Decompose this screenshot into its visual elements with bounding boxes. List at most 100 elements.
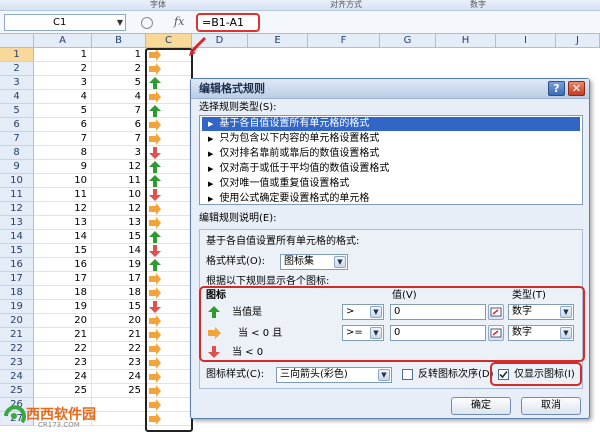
row-header[interactable]: 19 — [0, 300, 34, 314]
row-header[interactable]: 17 — [0, 272, 34, 286]
row-header[interactable]: 11 — [0, 188, 34, 202]
rule-type-item[interactable]: ▶ 仅对排名靠前或靠后的数值设置格式 — [202, 147, 580, 161]
reverse-order-checkbox[interactable] — [402, 369, 413, 380]
cell-b[interactable]: 2 — [92, 62, 146, 76]
name-box[interactable]: C1 ▼ — [4, 14, 126, 31]
help-button[interactable]: ? — [548, 81, 565, 96]
column-header-a[interactable]: A — [34, 34, 92, 48]
cancel-button[interactable]: 取消 — [521, 397, 581, 415]
chevron-down-icon[interactable]: ▼ — [560, 306, 572, 318]
cell-a[interactable]: 8 — [34, 146, 92, 160]
show-icon-only-checkbox[interactable] — [498, 369, 509, 380]
cell-b[interactable]: 13 — [92, 216, 146, 230]
cell-b[interactable]: 7 — [92, 104, 146, 118]
cell-b[interactable]: 14 — [92, 244, 146, 258]
rule-1-operator-select[interactable]: > ▼ — [342, 304, 384, 320]
chevron-down-icon[interactable]: ▼ — [378, 369, 390, 381]
row-header[interactable]: 9 — [0, 160, 34, 174]
rule-type-list[interactable]: ▶ 基于各自值设置所有单元格的格式 ▶ 只为包含以下内容的单元格设置格式 ▶ 仅对排名… — [199, 115, 583, 205]
cell-a[interactable]: 6 — [34, 118, 92, 132]
cell-b[interactable]: 5 — [92, 76, 146, 90]
cell-b[interactable]: 6 — [92, 118, 146, 132]
chevron-down-icon[interactable]: ▼ — [370, 327, 382, 339]
row-header[interactable]: 20 — [0, 314, 34, 328]
rule-1-type-select[interactable]: 数字 ▼ — [508, 304, 574, 320]
cell-b[interactable]: 1 — [92, 48, 146, 62]
rule-2-operator-select[interactable]: >= ▼ — [342, 325, 384, 341]
chevron-down-icon[interactable]: ▼ — [560, 327, 572, 339]
row-header[interactable]: 2 — [0, 62, 34, 76]
cell-a[interactable]: 24 — [34, 370, 92, 384]
column-header-b[interactable]: B — [92, 34, 146, 48]
row-header[interactable]: 15 — [0, 244, 34, 258]
cell-a[interactable]: 3 — [34, 76, 92, 90]
row-header[interactable]: 4 — [0, 90, 34, 104]
cell-a[interactable]: 5 — [34, 104, 92, 118]
rule-2-type-select[interactable]: 数字 ▼ — [508, 325, 574, 341]
row-header[interactable]: 16 — [0, 258, 34, 272]
cell-a[interactable]: 22 — [34, 342, 92, 356]
ok-button[interactable]: 确定 — [451, 397, 511, 415]
rule-type-item[interactable]: ▶ 基于各自值设置所有单元格的格式 — [202, 117, 580, 131]
column-header-j[interactable]: J — [556, 34, 600, 48]
format-style-select[interactable]: 图标集 ▼ — [280, 254, 348, 270]
cell-b[interactable]: 25 — [92, 384, 146, 398]
ribbon-tab-alignment[interactable]: 对齐方式 — [330, 0, 362, 11]
cell-b[interactable]: 23 — [92, 356, 146, 370]
column-header-h[interactable]: H — [436, 34, 496, 48]
cell-a[interactable]: 7 — [34, 132, 92, 146]
cell-b[interactable]: 20 — [92, 314, 146, 328]
cell-a[interactable]: 13 — [34, 216, 92, 230]
cell-a[interactable]: 19 — [34, 300, 92, 314]
row-header[interactable]: 10 — [0, 174, 34, 188]
cell-b[interactable]: 22 — [92, 342, 146, 356]
column-header-i[interactable]: I — [496, 34, 556, 48]
cell-b[interactable]: 7 — [92, 132, 146, 146]
formula-input[interactable]: =B1-A1 — [196, 13, 260, 32]
rule-type-item[interactable]: ▶ 仅对唯一值或重复值设置格式 — [202, 177, 580, 191]
select-all-corner[interactable] — [0, 34, 34, 48]
row-header[interactable]: 7 — [0, 132, 34, 146]
row-header[interactable]: 5 — [0, 104, 34, 118]
chevron-down-icon[interactable]: ▼ — [334, 256, 346, 268]
rule-type-item[interactable]: ▶ 仅对高于或低于平均值的数值设置格式 — [202, 162, 580, 176]
chevron-down-icon[interactable]: ▼ — [370, 306, 382, 318]
row-header[interactable]: 12 — [0, 202, 34, 216]
close-button[interactable]: ✕ — [568, 81, 585, 96]
row-header[interactable]: 18 — [0, 286, 34, 300]
row-header[interactable]: 1 — [0, 48, 34, 62]
cell-b[interactable]: 12 — [92, 202, 146, 216]
range-picker-button[interactable] — [488, 304, 504, 320]
cell-a[interactable]: 4 — [34, 90, 92, 104]
cell-b[interactable]: 3 — [92, 146, 146, 160]
cell-b[interactable]: 24 — [92, 370, 146, 384]
cell-b[interactable]: 15 — [92, 300, 146, 314]
cell-a[interactable]: 20 — [34, 314, 92, 328]
cell-b[interactable]: 19 — [92, 258, 146, 272]
cell-b[interactable]: 12 — [92, 160, 146, 174]
cell-a[interactable]: 17 — [34, 272, 92, 286]
fx-icon[interactable]: fx — [174, 15, 184, 28]
column-header-e[interactable]: E — [248, 34, 308, 48]
row-header[interactable]: 3 — [0, 76, 34, 90]
row-header[interactable]: 13 — [0, 216, 34, 230]
cell-b[interactable]: 15 — [92, 230, 146, 244]
rule-1-value-input[interactable]: 0 — [390, 304, 486, 320]
rule-type-item[interactable]: ▶ 使用公式确定要设置格式的单元格 — [202, 192, 580, 206]
row-header[interactable]: 24 — [0, 370, 34, 384]
column-header-g[interactable]: G — [380, 34, 436, 48]
cell-b[interactable]: 17 — [92, 272, 146, 286]
ribbon-tab-number[interactable]: 数字 — [470, 0, 486, 11]
row-header[interactable]: 25 — [0, 384, 34, 398]
row-header[interactable]: 23 — [0, 356, 34, 370]
cell-a[interactable]: 1 — [34, 48, 92, 62]
row-header[interactable]: 6 — [0, 118, 34, 132]
cell-a[interactable]: 9 — [34, 160, 92, 174]
row-header[interactable]: 22 — [0, 342, 34, 356]
cell-b[interactable]: 10 — [92, 188, 146, 202]
cell-a[interactable]: 11 — [34, 188, 92, 202]
cell-a[interactable]: 15 — [34, 244, 92, 258]
cell-b[interactable]: 21 — [92, 328, 146, 342]
row-header[interactable]: 8 — [0, 146, 34, 160]
cell-b[interactable]: 11 — [92, 174, 146, 188]
